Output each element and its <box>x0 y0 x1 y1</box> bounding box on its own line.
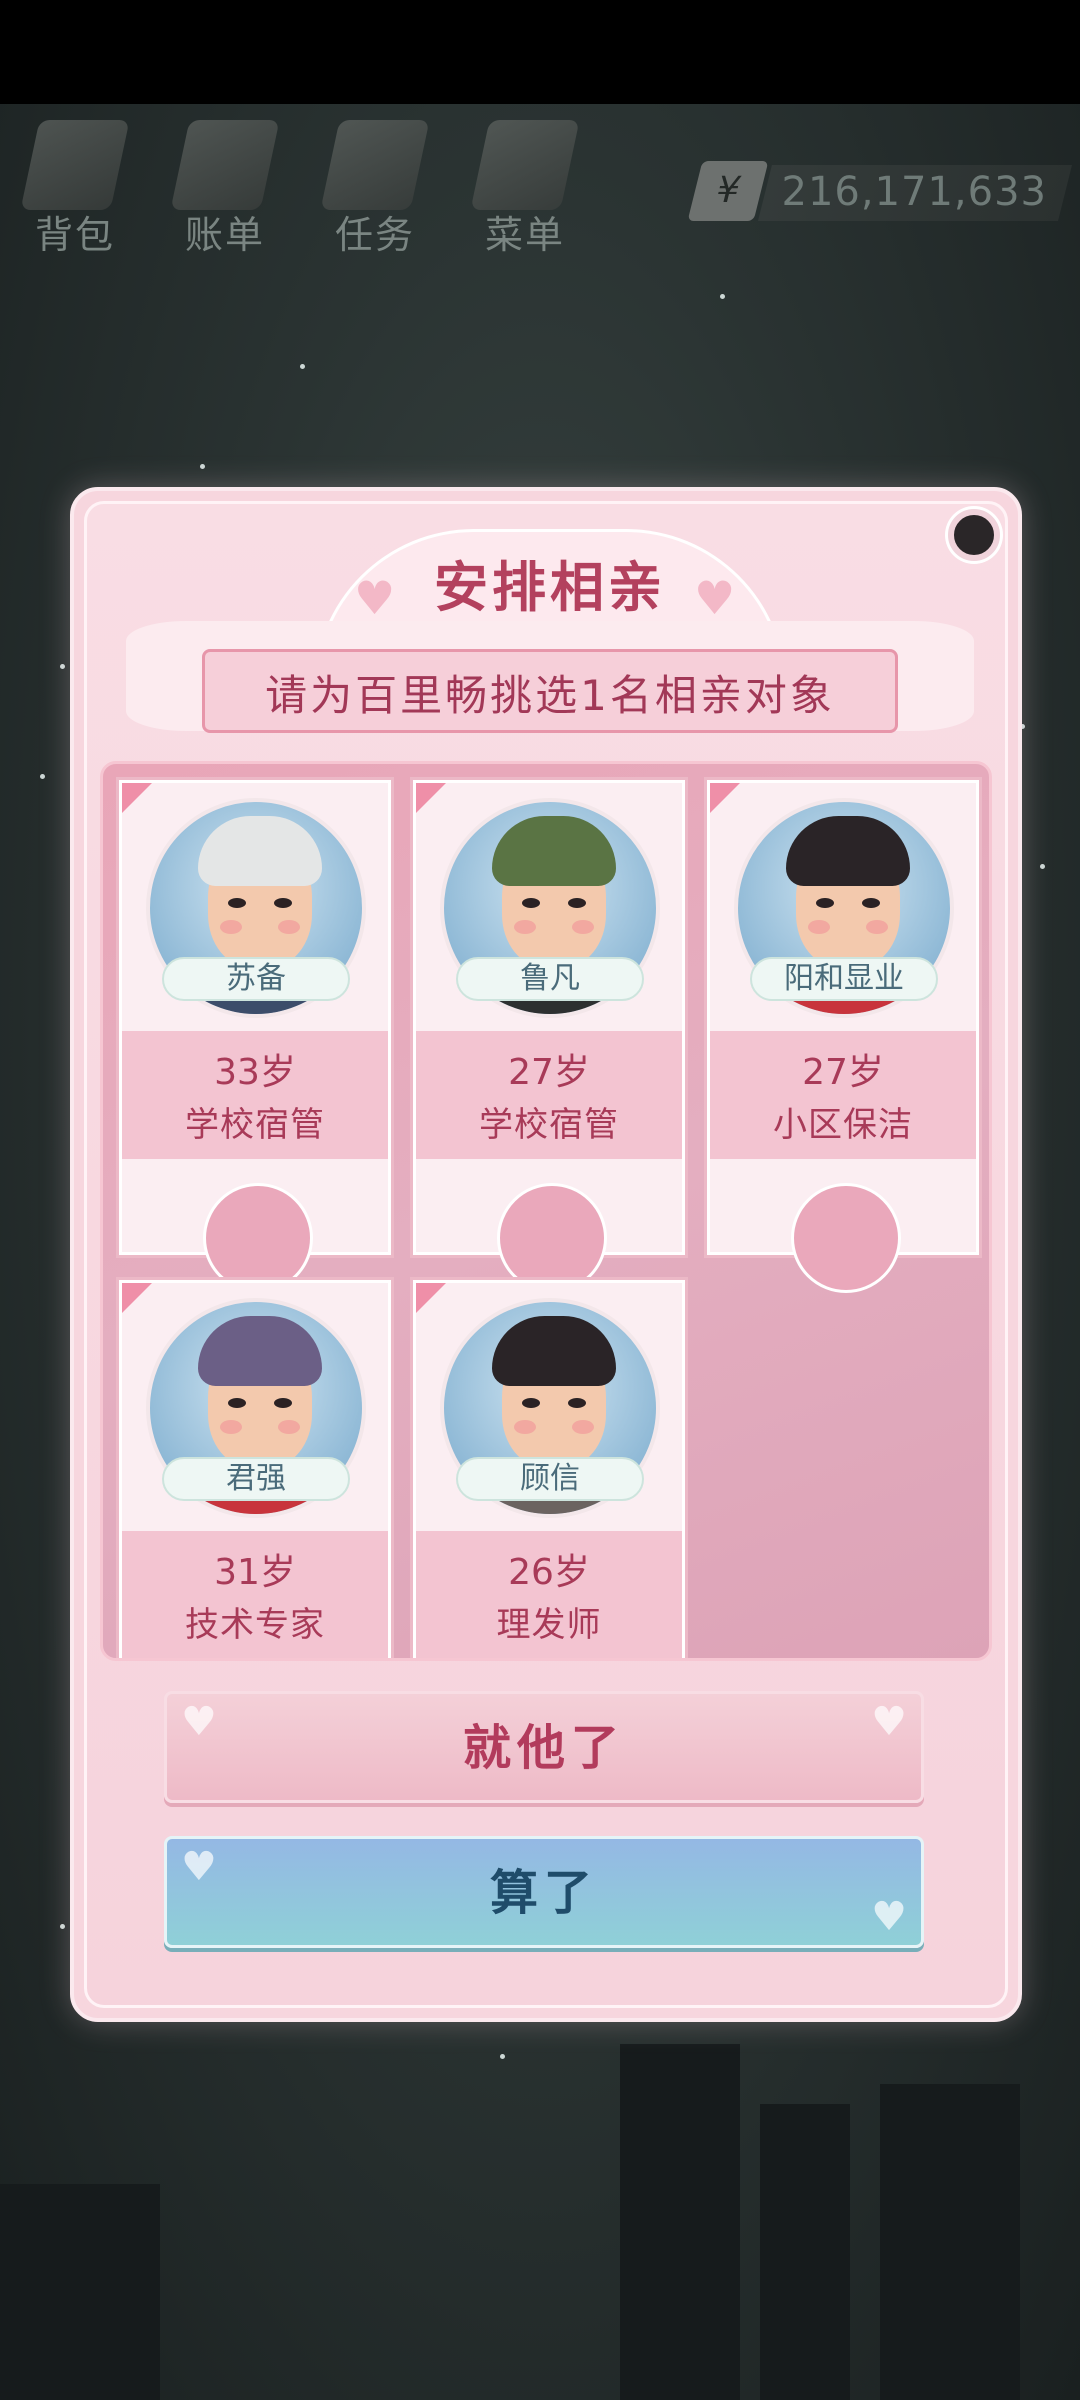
hud-task[interactable]: 任务 <box>300 112 450 262</box>
hud-menu-label: 菜单 <box>484 213 565 257</box>
hud-backpack[interactable]: 背包 <box>0 112 150 262</box>
candidate-age: 27岁 <box>802 1052 884 1093</box>
heart-icon: ♥ <box>181 1699 217 1745</box>
candidate-card[interactable]: 顾信 26岁 理发师 <box>410 1277 688 1658</box>
candidate-job: 学校宿管 <box>479 1105 619 1145</box>
task-icon <box>320 120 430 210</box>
money-display: ¥ 216,171,633 <box>687 161 1072 221</box>
candidate-job: 理发师 <box>496 1605 602 1645</box>
candidate-grid: 苏备 33岁 学校宿管 鲁凡 27岁 学校宿管 阳和显业 27岁 小区保洁 君强… <box>100 761 992 1661</box>
hud-task-label: 任务 <box>334 213 415 257</box>
avatar-cheek <box>572 1420 594 1434</box>
money-value: 216,171,633 <box>781 169 1047 215</box>
candidate-name: 阳和显业 <box>750 957 938 1001</box>
avatar-eye <box>228 898 246 908</box>
avatar-eye <box>274 1398 292 1408</box>
cancel-button-label: 算了 <box>489 1865 598 1921</box>
avatar-eye <box>568 1398 586 1408</box>
avatar-eye <box>862 898 880 908</box>
menu-icon <box>470 120 580 210</box>
avatar-eye <box>568 898 586 908</box>
candidate-card[interactable]: 阳和显业 27岁 小区保洁 <box>704 777 982 1293</box>
avatar-hair <box>198 816 322 886</box>
card-corner <box>416 783 446 813</box>
heart-icon: ♥ <box>181 1844 217 1890</box>
currency-icon: ¥ <box>687 161 769 221</box>
avatar-cheek <box>514 920 536 934</box>
close-button[interactable] <box>948 509 1000 561</box>
avatar-cheek <box>808 920 830 934</box>
candidate-card[interactable]: 君强 31岁 技术专家 <box>116 1277 394 1658</box>
candidate-card[interactable]: 鲁凡 27岁 学校宿管 <box>410 777 688 1293</box>
avatar-eye <box>274 898 292 908</box>
confirm-button[interactable]: ♥ ♥ 就他了 <box>164 1691 924 1803</box>
avatar-cheek <box>278 1420 300 1434</box>
candidate-card[interactable]: 苏备 33岁 学校宿管 <box>116 777 394 1293</box>
candidate-job: 学校宿管 <box>185 1105 325 1145</box>
avatar-eye <box>522 898 540 908</box>
cancel-button[interactable]: ♥ ♥ 算了 <box>164 1836 924 1948</box>
candidate-name: 君强 <box>162 1457 350 1501</box>
card-corner <box>416 1283 446 1313</box>
status-bar <box>0 0 1080 104</box>
avatar-cheek <box>866 920 888 934</box>
confirm-button-label: 就他了 <box>462 1720 625 1776</box>
subtitle-box: 请为百里畅挑选1名相亲对象 <box>202 649 898 733</box>
avatar-cheek <box>514 1420 536 1434</box>
avatar-eye <box>522 1398 540 1408</box>
avatar-hair <box>492 816 616 886</box>
hud-bill[interactable]: 账单 <box>150 112 300 262</box>
candidate-name: 苏备 <box>162 957 350 1001</box>
hud-menu[interactable]: 菜单 <box>450 112 600 262</box>
card-corner <box>122 783 152 813</box>
avatar-cheek <box>220 920 242 934</box>
heart-icon: ♥ <box>871 1894 907 1940</box>
dialog-subtitle: 请为百里畅挑选1名相亲对象 <box>265 671 835 720</box>
avatar-hair <box>492 1316 616 1386</box>
candidate-age: 26岁 <box>508 1552 590 1593</box>
card-notch <box>791 1183 901 1293</box>
candidate-job: 技术专家 <box>185 1605 325 1645</box>
dialog-title: 安排相亲 <box>434 556 666 619</box>
card-corner <box>710 783 740 813</box>
avatar-eye <box>816 898 834 908</box>
avatar-cheek <box>278 920 300 934</box>
candidate-name: 顾信 <box>456 1457 644 1501</box>
candidate-job: 小区保洁 <box>773 1105 913 1145</box>
hud-backpack-label: 背包 <box>34 213 115 257</box>
card-corner <box>122 1283 152 1313</box>
candidate-name: 鲁凡 <box>456 957 644 1001</box>
heart-icon: ♥ <box>871 1699 907 1745</box>
avatar-cheek <box>220 1420 242 1434</box>
card-notch <box>203 1183 313 1293</box>
avatar-hair <box>786 816 910 886</box>
hud-bill-label: 账单 <box>184 213 265 257</box>
candidate-age: 27岁 <box>508 1052 590 1093</box>
candidate-age: 33岁 <box>214 1052 296 1093</box>
card-notch <box>497 1183 607 1293</box>
matchmaking-dialog: ♥ ♥ 安排相亲 请为百里畅挑选1名相亲对象 苏备 33岁 学校宿管 鲁凡 27… <box>70 487 1022 2022</box>
avatar-hair <box>198 1316 322 1386</box>
candidate-age: 31岁 <box>214 1552 296 1593</box>
avatar-eye <box>228 1398 246 1408</box>
avatar-cheek <box>572 920 594 934</box>
bill-icon <box>170 120 280 210</box>
backpack-icon <box>20 120 130 210</box>
